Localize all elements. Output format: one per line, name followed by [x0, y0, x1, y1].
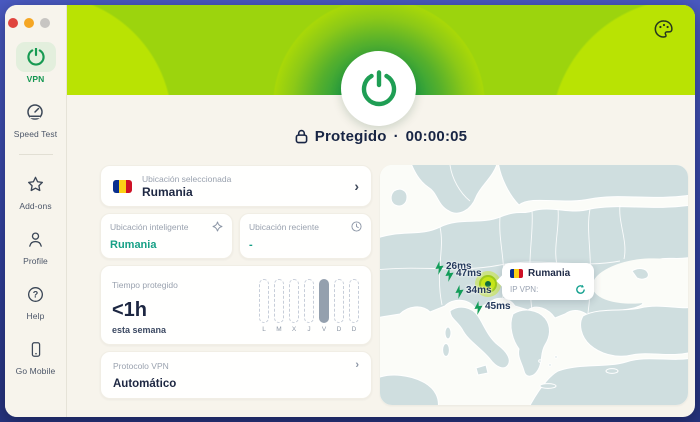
sidebar-item-label: Add-ons [19, 201, 51, 211]
sidebar-item-label: Help [27, 311, 45, 321]
bar-empty [289, 279, 299, 323]
bar-filled [319, 279, 329, 323]
vpn-protocol-card[interactable]: Protocolo VPN › Automático [100, 351, 372, 399]
status-label: Protegido [315, 128, 387, 145]
bar-col: M [274, 279, 284, 333]
bar-col: D [334, 279, 344, 333]
bar-day-label: J [307, 326, 310, 333]
bar-day-label: D [352, 326, 357, 333]
bar-col: V [319, 279, 329, 333]
lightning-icon [443, 267, 456, 282]
connection-status: Protegido · 00:00:05 [67, 125, 695, 147]
sidebar-divider [19, 154, 53, 155]
map-panel: 26ms 47ms 34ms 45ms Rumania IP VPN: [380, 165, 688, 405]
sidebar: VPN Speed Test Add-ons [5, 5, 67, 417]
lightning-icon [453, 284, 466, 299]
settings-panel: Ubicación seleccionada Rumania › Ubicaci… [100, 165, 372, 399]
bar-col: L [259, 279, 269, 333]
chevron-right-icon: › [355, 360, 359, 371]
status-timer: 00:00:05 [406, 128, 468, 145]
bar-empty [349, 279, 359, 323]
bar-empty [259, 279, 269, 323]
power-icon [359, 69, 399, 109]
svg-text:?: ? [33, 289, 39, 299]
lock-icon [295, 129, 308, 144]
sidebar-item-speed-test[interactable]: Speed Test [14, 97, 57, 139]
tooltip-ip-label: IP VPN: [510, 285, 538, 294]
traffic-lights [8, 18, 50, 28]
smart-location-value: Rumania [110, 239, 223, 251]
romania-flag-icon [113, 180, 132, 193]
sidebar-item-go-mobile[interactable]: Go Mobile [16, 334, 56, 376]
bar-day-label: L [262, 326, 266, 333]
server-ping[interactable]: 34ms [454, 285, 492, 299]
bar-empty [304, 279, 314, 323]
power-icon [16, 42, 56, 72]
star-icon [16, 169, 56, 199]
bar-empty [274, 279, 284, 323]
power-button[interactable] [341, 51, 416, 126]
minimize-button[interactable] [24, 18, 34, 28]
smart-location-card[interactable]: Ubicación inteligente Rumania [100, 213, 233, 259]
protected-time-label: Tiempo protegido [112, 280, 178, 290]
lightning-icon [472, 300, 485, 315]
connection-tooltip: Rumania IP VPN: [502, 263, 594, 300]
refresh-icon[interactable] [575, 284, 586, 295]
ping-value: 34ms [466, 285, 492, 296]
sidebar-item-label: Go Mobile [16, 366, 56, 376]
sidebar-item-profile[interactable]: Profile [16, 224, 56, 266]
bar-day-label: D [337, 326, 342, 333]
bar-col: X [289, 279, 299, 333]
status-separator: · [394, 128, 399, 145]
ping-value: 45ms [485, 301, 511, 312]
protected-time-card: Tiempo protegido <1h esta semana L M X J V D D [100, 265, 372, 345]
bar-empty [334, 279, 344, 323]
protected-time-value: <1h [112, 299, 147, 322]
server-ping[interactable]: 47ms [444, 268, 482, 282]
romania-flag-icon [510, 269, 523, 278]
protocol-label: Protocolo VPN [113, 361, 169, 371]
sidebar-item-add-ons[interactable]: Add-ons [16, 169, 56, 211]
sidebar-item-label: Profile [23, 256, 48, 266]
bar-col: J [304, 279, 314, 333]
help-icon: ? [16, 279, 56, 309]
tooltip-country: Rumania [528, 268, 570, 279]
sidebar-item-label: Speed Test [14, 129, 57, 139]
protected-time-subtitle: esta semana [112, 325, 166, 335]
protocol-value: Automático [113, 378, 359, 390]
ping-value: 47ms [456, 268, 482, 279]
bar-day-label: M [276, 326, 281, 333]
smart-location-label: Ubicación inteligente [110, 222, 188, 232]
zoom-button[interactable] [40, 18, 50, 28]
profile-icon [16, 224, 56, 254]
bar-day-label: V [322, 326, 326, 333]
bar-col: D [349, 279, 359, 333]
theme-palette-icon[interactable] [653, 18, 675, 40]
clock-icon [351, 221, 362, 232]
recent-location-card[interactable]: Ubicación reciente - [239, 213, 372, 259]
app-window: VPN Speed Test Add-ons [5, 5, 695, 417]
recent-location-value: - [249, 239, 362, 251]
sidebar-item-label: VPN [27, 74, 45, 84]
server-ping[interactable]: 45ms [473, 301, 511, 315]
close-button[interactable] [8, 18, 18, 28]
bar-day-label: X [292, 326, 296, 333]
mobile-icon [16, 334, 56, 364]
sparkle-icon [212, 221, 223, 232]
chevron-right-icon: › [354, 179, 359, 193]
sidebar-item-help[interactable]: ? Help [16, 279, 56, 321]
recent-location-label: Ubicación reciente [249, 222, 319, 232]
selected-location-card[interactable]: Ubicación seleccionada Rumania › [100, 165, 372, 207]
speedometer-icon [15, 97, 55, 127]
selected-location-label: Ubicación seleccionada [142, 174, 344, 184]
protected-time-bars: LMXJVDD [259, 279, 359, 333]
selected-location-value: Rumania [142, 185, 344, 199]
sidebar-item-vpn[interactable]: VPN [16, 42, 56, 84]
